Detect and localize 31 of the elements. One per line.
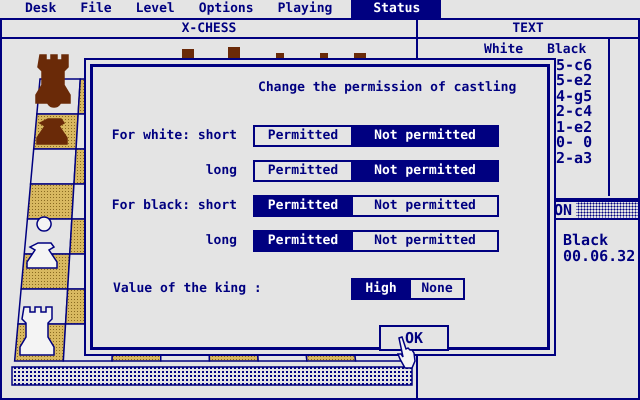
move-text: 2-c4 <box>556 104 592 120</box>
row-label: For black: short <box>110 197 238 216</box>
option-toggle[interactable]: Not permitted <box>351 127 497 145</box>
row-label: Value of the king : <box>112 280 263 298</box>
ok-button[interactable]: OK <box>379 325 449 351</box>
row-label: For white: short <box>110 127 238 146</box>
dialog-title: Change the permission of castling <box>257 79 518 97</box>
row-label: long <box>204 232 238 250</box>
move-text: 4-g5 <box>556 88 592 104</box>
menu-item[interactable]: Status <box>351 0 442 18</box>
column-heading: Black <box>547 42 586 58</box>
menu-item[interactable]: Playing <box>272 0 338 18</box>
move-text: 2-a3 <box>556 150 592 166</box>
menu-item[interactable]: Desk <box>20 0 62 18</box>
menu-item[interactable]: Level <box>130 0 180 18</box>
menu-item[interactable]: File <box>75 0 117 18</box>
menu-item[interactable]: Options <box>194 0 259 18</box>
row-label: long <box>204 162 238 180</box>
window-title: X-CHESS <box>2 20 416 39</box>
clock-text: 00.06.32 <box>563 248 636 264</box>
move-text: 5-c6 <box>556 58 592 73</box>
move-text: 1-e2 <box>556 120 592 135</box>
option-toggle[interactable]: High <box>353 280 409 298</box>
option-toggle[interactable]: Permitted <box>255 197 351 215</box>
move-text: 0- 0 <box>556 135 592 150</box>
column-heading: White <box>484 42 524 58</box>
window-title: TEXT <box>418 20 638 39</box>
option-toggle[interactable]: Permitted <box>255 232 351 250</box>
player-text: Black <box>563 232 610 248</box>
option-toggle[interactable]: Not permitted <box>351 162 497 180</box>
move-text: 5-e2 <box>556 73 592 88</box>
